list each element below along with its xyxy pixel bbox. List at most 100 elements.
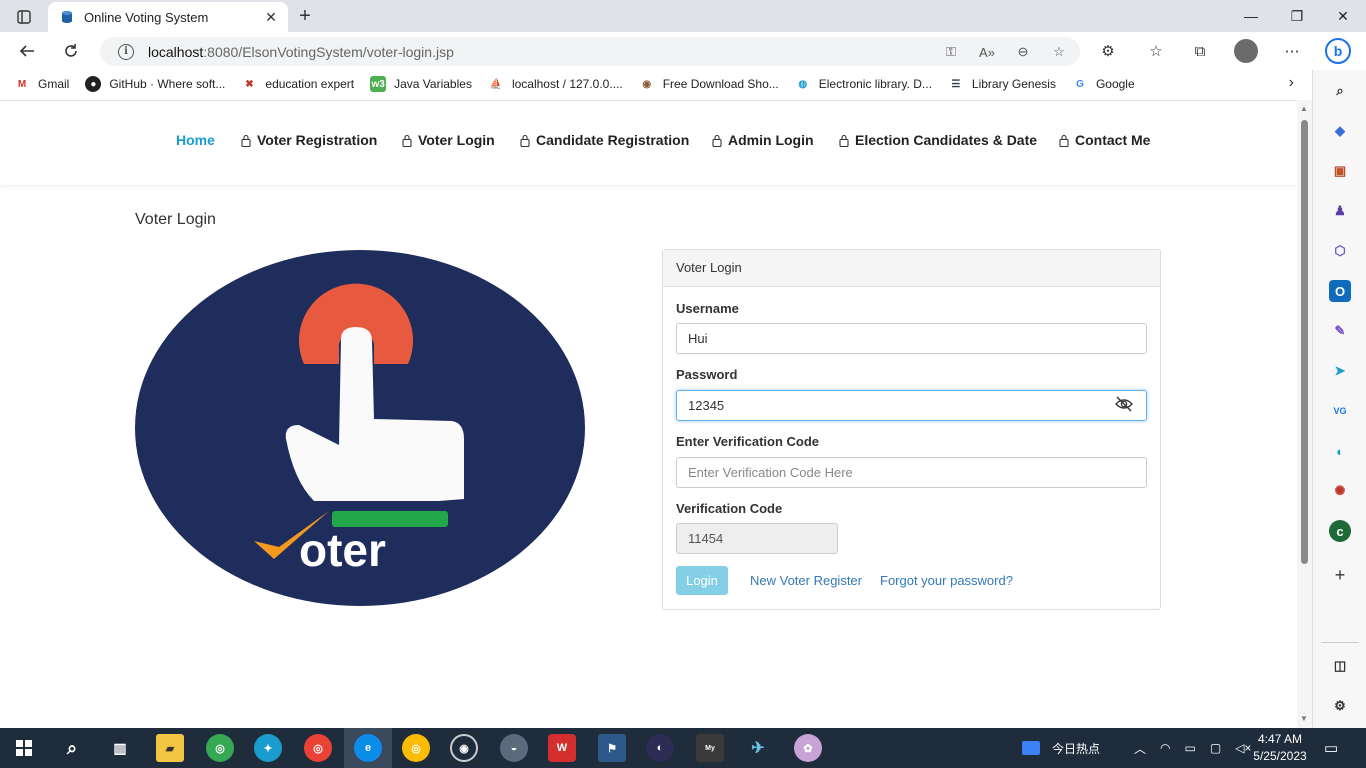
page-scrollbar[interactable]: ▲ ▼ — [1297, 100, 1312, 728]
taskbar-clock[interactable]: 4:47 AM 5/25/2023 — [1252, 731, 1308, 765]
zoom-icon[interactable]: ⊖ — [1010, 41, 1036, 63]
network-icon[interactable]: ◠ — [1160, 741, 1170, 755]
office-icon[interactable]: ⬡ — [1329, 240, 1351, 262]
battery-icon[interactable]: ▭ — [1185, 741, 1196, 755]
edit-icon[interactable]: ✎ — [1329, 320, 1351, 342]
chrome-icon[interactable]: ◎ — [206, 734, 234, 762]
news-widget[interactable]: 今日热点 — [1022, 728, 1100, 768]
new-tab-icon[interactable]: + — [292, 5, 318, 27]
add-icon[interactable]: + — [1329, 564, 1351, 586]
chevron-up-icon[interactable]: ︿ — [1134, 740, 1146, 757]
sidebar-divider — [1321, 642, 1359, 643]
globe-app-icon[interactable]: ◒ — [500, 734, 528, 762]
windows-start-icon[interactable] — [10, 734, 38, 762]
games-icon[interactable]: ♟ — [1329, 200, 1351, 222]
github-icon: ● — [85, 76, 102, 92]
nav-voter-login[interactable]: Voter Login — [402, 132, 495, 148]
browser-sidebar: ⌕ ◆ ▣ ♟ ⬡ O ✎ ➤ VG ◐ ✺ c + ◫ ⚙ — [1312, 70, 1366, 728]
forgot-password-link[interactable]: Forgot your password? — [880, 573, 1013, 588]
w3-icon: w3 — [370, 76, 387, 92]
search-icon[interactable]: ⌕ — [1329, 80, 1351, 102]
nav-voter-registration[interactable]: Voter Registration — [241, 132, 377, 148]
close-tab-icon[interactable]: ✕ — [260, 6, 282, 28]
verification-code-display — [676, 523, 838, 554]
username-input[interactable] — [676, 323, 1147, 354]
address-toolbar: i localhost:8080/ElsonVotingSystem/voter… — [0, 32, 1366, 70]
paint-app-icon[interactable]: ✿ — [794, 734, 822, 762]
nav-admin-login[interactable]: Admin Login — [712, 132, 814, 148]
outlook-icon[interactable]: O — [1329, 280, 1351, 302]
download-icon: ◉ — [642, 78, 652, 90]
vgms-icon[interactable]: VG — [1329, 400, 1351, 422]
obs-icon[interactable]: ◉ — [450, 734, 478, 762]
mysql-workbench-icon[interactable]: ⚑ — [598, 734, 626, 762]
tab-actions-icon[interactable] — [10, 6, 38, 28]
favorite-gmail[interactable]: M Gmail — [14, 76, 70, 92]
refresh-icon[interactable] — [56, 37, 86, 65]
scroll-down-icon[interactable]: ▼ — [1300, 714, 1308, 723]
window-close-icon[interactable]: ✕ — [1320, 0, 1366, 32]
verification-code-input[interactable] — [676, 457, 1147, 488]
nav-candidate-registration[interactable]: Candidate Registration — [520, 132, 689, 148]
profile-avatar[interactable] — [1232, 38, 1260, 64]
lock-icon — [839, 134, 849, 147]
wps-icon[interactable]: W — [548, 734, 576, 762]
search-icon[interactable]: ⌕ — [58, 734, 86, 762]
favorite-libgen[interactable]: ☰ Library Genesis — [948, 76, 1056, 92]
ide-app-icon[interactable]: ✈ — [744, 734, 772, 762]
scroll-thumb[interactable] — [1301, 120, 1308, 564]
favorite-github[interactable]: ● GitHub · Where soft... — [85, 76, 225, 92]
chrome-alt-icon[interactable]: ◎ — [402, 734, 430, 762]
chrome-profile-icon[interactable]: ◎ — [304, 734, 332, 762]
site-info-icon[interactable]: i — [118, 43, 134, 60]
notification-icon[interactable]: ▭ — [1324, 728, 1338, 768]
settings-gear-icon[interactable]: ⚙ — [1329, 695, 1351, 717]
eye-slash-icon[interactable] — [1114, 396, 1134, 412]
restore-icon[interactable]: ❐ — [1274, 0, 1320, 32]
circles-icon[interactable]: ◐ — [1329, 440, 1351, 462]
edge-icon[interactable]: e — [354, 734, 382, 762]
favorite-google[interactable]: G Google — [1072, 76, 1135, 92]
bing-icon[interactable]: b — [1324, 38, 1352, 64]
seal-icon[interactable]: ✺ — [1329, 480, 1351, 502]
back-icon[interactable] — [12, 37, 42, 65]
password-input[interactable] — [676, 390, 1147, 421]
key-icon[interactable]: ⚿ — [938, 41, 964, 63]
username-label: Username — [676, 301, 739, 316]
add-favorite-icon[interactable]: ☆ — [1046, 41, 1072, 63]
toolbox-icon[interactable]: ▣ — [1329, 160, 1351, 182]
device-icon[interactable]: ▢ — [1210, 741, 1221, 755]
favorite-library[interactable]: ◍ Electronic library. D... — [795, 76, 932, 92]
scroll-up-icon[interactable]: ▲ — [1300, 104, 1308, 113]
feather-app-icon[interactable]: ✦ — [254, 734, 282, 762]
eclipse-icon[interactable]: ◐ — [646, 734, 674, 762]
favorite-java[interactable]: w3 Java Variables — [370, 76, 472, 92]
c-app-icon[interactable]: c — [1329, 520, 1351, 542]
favorite-education[interactable]: ✖ education expert — [241, 76, 354, 92]
login-button[interactable]: Login — [676, 566, 728, 595]
favorite-download[interactable]: ◉ Free Download Sho... — [639, 76, 778, 92]
nav-contact-me[interactable]: Contact Me — [1059, 132, 1150, 148]
library-icon: ◍ — [798, 78, 808, 90]
favorites-icon[interactable]: ☆ — [1142, 38, 1170, 64]
sidebar-toggle-icon[interactable]: ◫ — [1329, 655, 1351, 677]
favorite-phpmyadmin[interactable]: ⛵ localhost / 127.0.0.... — [488, 76, 623, 92]
volume-mute-icon[interactable]: ◁× — [1235, 741, 1251, 755]
tag-icon[interactable]: ◆ — [1329, 120, 1351, 142]
read-aloud-icon[interactable]: A» — [974, 41, 1000, 63]
browser-tab[interactable]: Online Voting System ✕ — [48, 2, 288, 32]
nav-election-candidates[interactable]: Election Candidates & Date — [839, 132, 1037, 148]
new-voter-register-link[interactable]: New Voter Register — [750, 573, 862, 588]
more-menu-icon[interactable]: ⋯ — [1278, 38, 1306, 64]
windows-taskbar: ⌕ ▥ ▰ ◎ ✦ ◎ e ◎ ◉ ◒ W ⚑ ◐ My ✈ ✿ 今日热点 ︿ … — [0, 728, 1366, 768]
collections-icon[interactable]: ⧉ — [1186, 38, 1214, 64]
mysql-console-icon[interactable]: My — [696, 734, 724, 762]
send-icon[interactable]: ➤ — [1329, 360, 1351, 382]
chevron-right-icon[interactable]: › — [1289, 74, 1294, 92]
extensions-icon[interactable]: ⚙ — [1094, 38, 1122, 64]
task-view-icon[interactable]: ▥ — [106, 734, 134, 762]
nav-home[interactable]: Home — [176, 132, 215, 148]
url-bar[interactable]: i localhost:8080/ElsonVotingSystem/voter… — [100, 37, 1080, 66]
file-explorer-icon[interactable]: ▰ — [156, 734, 184, 762]
minimize-icon[interactable]: — — [1228, 0, 1274, 32]
